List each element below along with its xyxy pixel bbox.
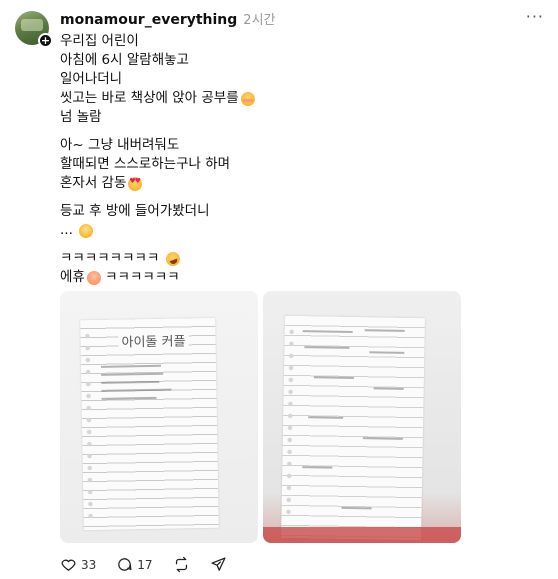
notebook-paper: 아이돌 커플 [80, 317, 219, 531]
handwriting-scribble [101, 372, 164, 376]
handwriting-scribble [100, 364, 161, 368]
avatar[interactable]: + [15, 11, 53, 48]
repost-button[interactable] [173, 556, 190, 573]
handwriting-scribble [101, 380, 160, 384]
handwriting-scribble [302, 330, 353, 333]
threads-post: + monamour_everything 2시간 ··· 우리집 어린이 아침… [0, 0, 558, 579]
follow-plus-icon[interactable]: + [38, 33, 53, 48]
send-icon [211, 557, 226, 571]
relieved-face-icon [79, 223, 94, 238]
red-surface [263, 527, 461, 543]
handwriting-scribble [373, 387, 404, 390]
repost-icon [175, 556, 187, 573]
action-bar: 33 17 [60, 556, 247, 573]
text-line: 할때되면 스스로하는구나 하며 [60, 156, 231, 172]
text-line: 아~ 그냥 내버려둬도 [60, 137, 180, 153]
text-line: 혼자서 감동 [60, 174, 540, 193]
post-header: monamour_everything 2시간 [60, 9, 276, 28]
like-button[interactable]: 33 [60, 556, 96, 573]
heart-eyes-face-icon [128, 176, 143, 191]
text-line: ... [60, 221, 540, 240]
photo-worksheet-left[interactable]: 아이돌 커플 [60, 291, 258, 543]
text-line: ㅋㅋㅋㅋㅋㅋㅋㅋ [60, 249, 540, 268]
like-count: 33 [81, 557, 97, 572]
post-body: 우리집 어린이 아침에 6시 알람해놓고 일어나더니 씻고는 바로 책상에 앉아… [60, 32, 540, 296]
handwriting-scribble [308, 416, 344, 419]
blush-face-icon [240, 91, 255, 106]
text-line: 일어나더니 [60, 71, 123, 87]
handwriting-scribble [362, 437, 403, 440]
paragraph: 아~ 그냥 내버려둬도 할때되면 스스로하는구나 하며 혼자서 감동 [60, 136, 540, 193]
timestamp[interactable]: 2시간 [243, 9, 275, 28]
handwriting-scribble [101, 396, 157, 400]
handwriting-scribble [304, 346, 350, 349]
paragraph: ㅋㅋㅋㅋㅋㅋㅋㅋ 에휴 ㅋㅋㅋㅋㅋㅋ [60, 249, 540, 287]
more-options-icon[interactable]: ··· [526, 9, 544, 25]
text-line: 씻고는 바로 책상에 앉아 공부를 [60, 89, 540, 108]
text-line: 넘 놀람 [60, 109, 102, 125]
heart-icon [61, 559, 76, 571]
handwriting-scribble [313, 376, 354, 379]
handwritten-title: 아이돌 커플 [118, 330, 189, 351]
comment-icon [118, 558, 132, 571]
binder-holes [84, 330, 94, 521]
reply-count: 17 [137, 557, 153, 572]
paragraph: 등교 후 방에 들어가봤더니 ... [60, 202, 540, 240]
text-line: 등교 후 방에 들어가봤더니 [60, 203, 210, 219]
text-line: 아침에 6시 알람해놓고 [60, 52, 189, 68]
share-button[interactable] [210, 556, 227, 573]
image-gallery: 아이돌 커플 [60, 291, 461, 543]
photo-worksheet-right[interactable] [263, 291, 461, 543]
binder-holes [285, 325, 295, 516]
text-line: 우리집 어린이 [60, 33, 139, 49]
paragraph: 우리집 어린이 아침에 6시 알람해놓고 일어나더니 씻고는 바로 책상에 앉아… [60, 32, 540, 127]
rolling-laughing-face-icon [163, 249, 182, 268]
handwriting-scribble [341, 506, 372, 509]
text-line: 에휴 ㅋㅋㅋㅋㅋㅋ [60, 269, 180, 285]
cold-sweat-face-icon [86, 270, 101, 285]
handwriting-scribble [364, 329, 405, 332]
handwriting-scribble [101, 388, 172, 392]
username[interactable]: monamour_everything [60, 12, 237, 28]
notebook-paper [281, 315, 425, 541]
handwriting-scribble [302, 466, 333, 469]
reply-button[interactable]: 17 [116, 556, 153, 573]
handwriting-scribble [369, 351, 405, 354]
